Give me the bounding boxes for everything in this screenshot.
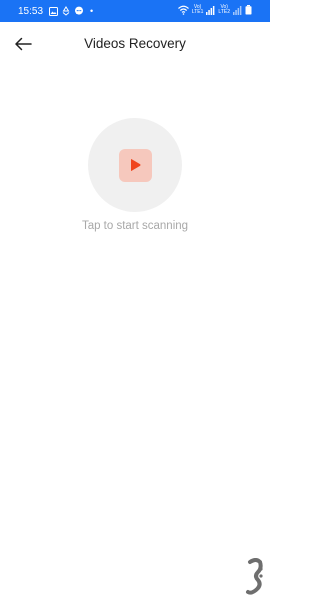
sim1-volte: Vo) LTE1 [191, 4, 204, 15]
start-scan-button[interactable] [88, 118, 182, 212]
gallery-icon [49, 6, 59, 16]
recycle-icon [62, 6, 70, 16]
signal-1-icon [206, 5, 215, 15]
signal-2-icon [233, 5, 242, 15]
system-icons: Vo) LTE1 Vo) LTE2 [177, 4, 252, 15]
notification-icons: • [49, 6, 93, 16]
battery-icon [245, 5, 252, 15]
wifi-icon [177, 5, 189, 15]
play-tile [118, 148, 152, 182]
watermark-logo-icon [246, 558, 263, 595]
status-bar: 15:53 • Vo) LTE1 Vo) LTE2 [0, 0, 270, 22]
page-title: Videos Recovery [84, 36, 186, 51]
play-icon [131, 159, 141, 171]
status-time: 15:53 [18, 5, 44, 17]
chat-icon [75, 6, 84, 15]
sim2-volte: Vo) LTE2 [218, 4, 230, 15]
scan-hint: Tap to start scanning [81, 220, 189, 232]
notification-dot: • [90, 6, 94, 16]
app-bar: Videos Recovery [0, 22, 270, 68]
